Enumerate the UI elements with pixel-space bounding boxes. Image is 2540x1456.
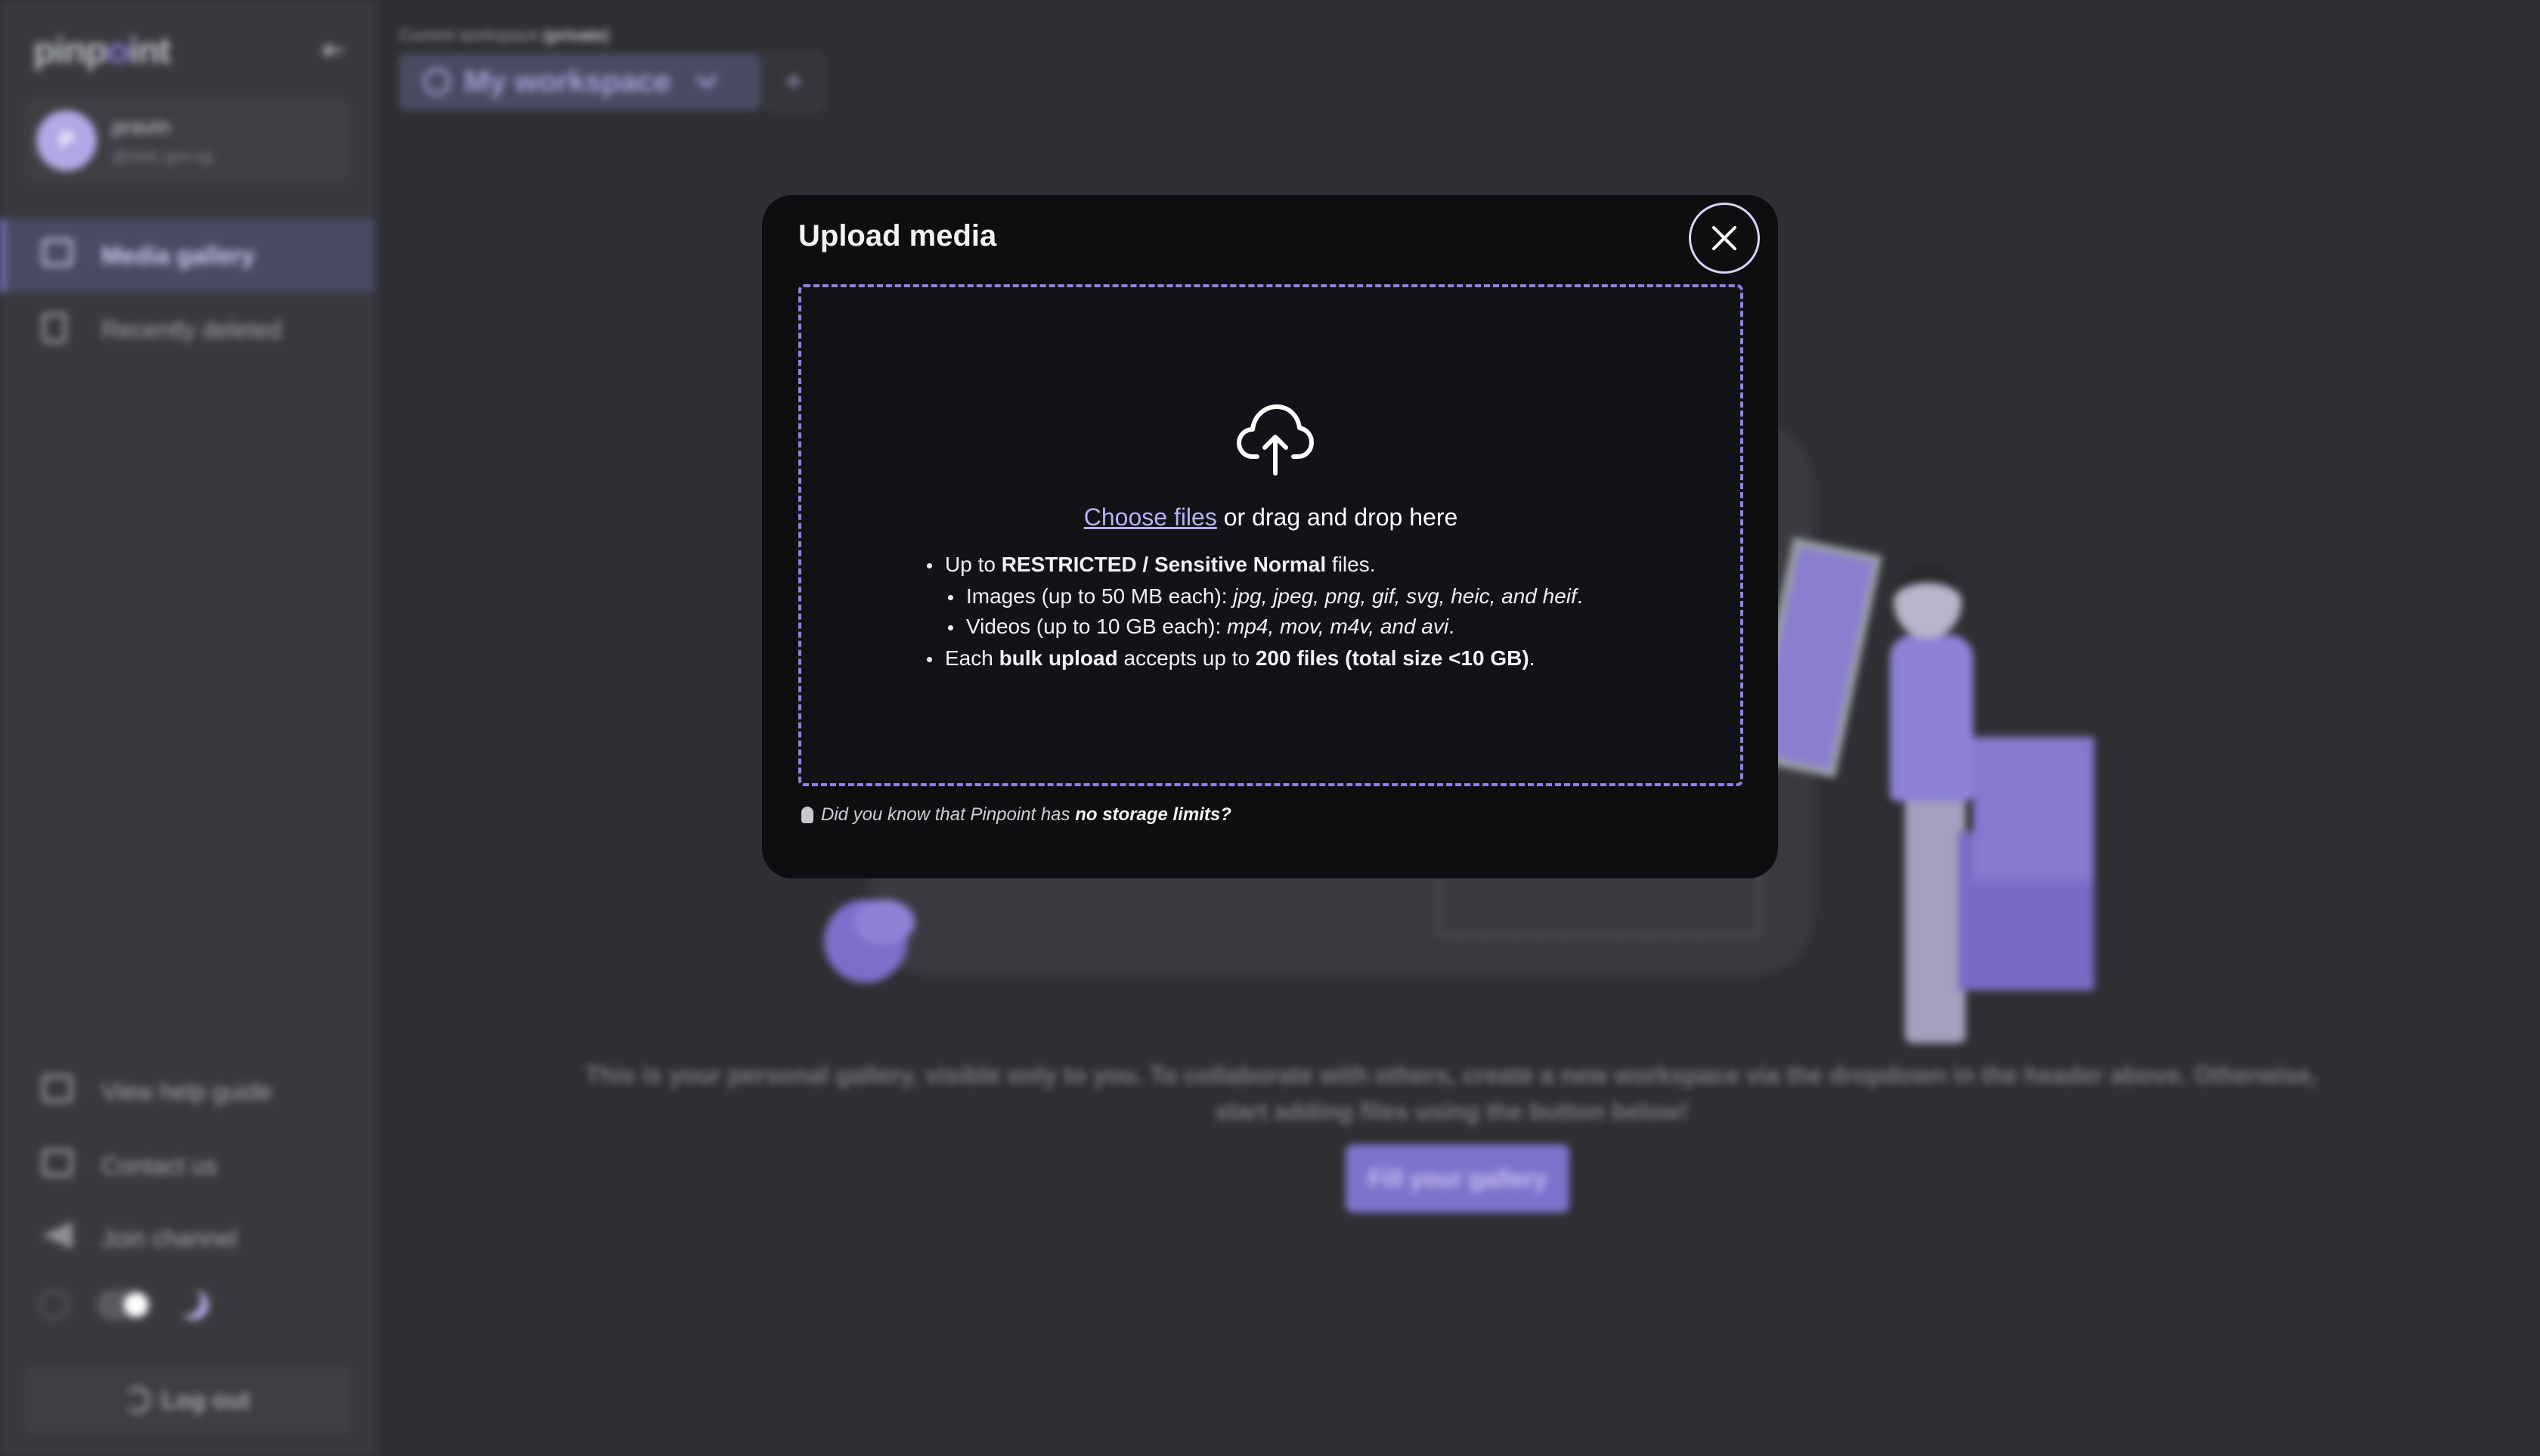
- sidebar-item-media-gallery[interactable]: Media gallery: [0, 219, 375, 292]
- rule-bulk-upload: Each bulk upload accepts up to 200 files…: [924, 642, 1583, 675]
- user-name: pravin: [112, 115, 170, 138]
- choose-files-line: Choose files or drag and drop here: [801, 503, 1740, 531]
- sidebar-item-label: Media gallery: [101, 241, 255, 269]
- sidebar-item-label: Join channel: [101, 1224, 237, 1252]
- chevron-down-icon: [696, 67, 718, 89]
- mail-icon: [42, 1149, 76, 1182]
- sun-icon: [39, 1290, 70, 1320]
- avatar: P: [36, 110, 97, 171]
- workspace-name: My workspace: [464, 64, 671, 98]
- workspace-icon: [423, 68, 451, 95]
- workspace-label: Current workspace (private): [399, 26, 609, 45]
- choose-files-link[interactable]: Choose files: [1084, 503, 1217, 531]
- fill-gallery-button[interactable]: Fill your gallery: [1346, 1145, 1569, 1213]
- file-dropzone[interactable]: Choose files or drag and drop here Up to…: [798, 284, 1743, 786]
- theme-toggle[interactable]: [97, 1290, 151, 1320]
- modal-title: Upload media: [798, 219, 997, 252]
- user-email: @dotc.gov.sg: [112, 147, 213, 166]
- cloud-upload-icon: [1237, 404, 1314, 476]
- drag-drop-text: or drag and drop here: [1216, 503, 1458, 531]
- empty-gallery-text: This is your personal gallery, visible o…: [585, 1061, 2318, 1125]
- user-card[interactable]: P pravin @dotc.gov.sg: [24, 100, 351, 183]
- logout-label: Log out: [161, 1386, 250, 1414]
- close-button[interactable]: [1689, 203, 1760, 274]
- sidebar-item-label: View help guide: [101, 1077, 272, 1105]
- trash-icon: [42, 313, 76, 346]
- pinpoint-logo[interactable]: pinpoint: [33, 30, 171, 72]
- upload-rules-list: Up to RESTRICTED / Sensitive Normal file…: [924, 548, 1583, 675]
- box-illustration-top: [1973, 737, 2094, 881]
- close-icon: [1712, 226, 1736, 250]
- book-icon: [42, 1075, 76, 1108]
- sidebar-item-label: Recently deleted: [101, 315, 282, 343]
- sidebar-item-label: Contact us: [101, 1151, 217, 1179]
- lightbulb-icon: [801, 807, 813, 823]
- pushpin-head-illustration: [854, 900, 915, 945]
- storage-tip: Did you know that Pinpoint has no storag…: [801, 804, 1231, 826]
- collapse-sidebar-icon[interactable]: ⇤: [318, 33, 351, 67]
- logout-button[interactable]: Log out: [24, 1367, 351, 1433]
- person-illustration-legs: [1905, 786, 1965, 1043]
- person-illustration-head: [1894, 563, 1962, 639]
- sidebar-item-help-guide[interactable]: View help guide: [0, 1055, 375, 1128]
- sidebar-item-join-channel[interactable]: Join channel: [0, 1202, 375, 1275]
- person-illustration-body: [1890, 635, 1973, 801]
- theme-switcher: [39, 1290, 209, 1320]
- send-icon: [42, 1222, 76, 1255]
- moon-icon: [178, 1290, 209, 1320]
- upload-media-modal: Upload media Choose files or drag and dr…: [762, 195, 1778, 878]
- sidebar: pinpoint ⇤ P pravin @dotc.gov.sg Media g…: [0, 0, 375, 1456]
- sidebar-item-contact-us[interactable]: Contact us: [0, 1129, 375, 1202]
- rule-classification: Up to RESTRICTED / Sensitive Normal file…: [924, 548, 1583, 581]
- logout-icon: [125, 1387, 151, 1413]
- image-icon: [42, 239, 76, 272]
- sidebar-item-recently-deleted[interactable]: Recently deleted: [0, 293, 375, 366]
- add-workspace-button[interactable]: +: [764, 53, 824, 110]
- rule-images: Images (up to 50 MB each): jpg, jpeg, pn…: [924, 581, 1583, 612]
- rule-videos: Videos (up to 10 GB each): mp4, mov, m4v…: [924, 612, 1583, 642]
- workspace-dropdown[interactable]: My workspace: [399, 53, 760, 110]
